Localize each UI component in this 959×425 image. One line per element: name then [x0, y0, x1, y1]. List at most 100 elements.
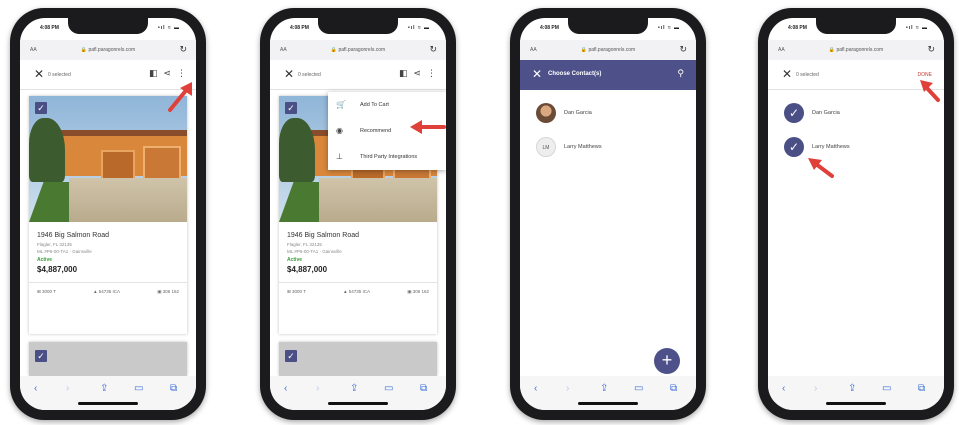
more-icon[interactable]: ⋮	[177, 68, 186, 79]
reload-icon[interactable]: ↻	[927, 44, 935, 55]
reload-icon[interactable]: ↻	[429, 44, 437, 55]
listing-card[interactable]: ✓ 1946 Big Salmon Road Flagler, FL 32135…	[29, 96, 187, 334]
browser-toolbar: ‹ › ⇪ ▭ ⧉	[520, 376, 696, 410]
forward-icon[interactable]: ›	[814, 383, 817, 394]
contact-row[interactable]: ✓ Larry Matthews	[768, 132, 944, 164]
listing-mls: ML #P6-00-TA1 · Gainsville	[37, 249, 92, 254]
add-contact-button[interactable]: +	[654, 348, 680, 374]
listing-card-next[interactable]: ✓	[279, 342, 437, 376]
reload-icon[interactable]: ↻	[179, 44, 187, 55]
menu-item-label: Third Party Integrations	[360, 154, 418, 160]
more-icon[interactable]: ⋮	[427, 68, 436, 79]
share-sheet-icon[interactable]: ⇪	[600, 383, 608, 394]
signal-icons: •ıl ≈ ▬	[905, 25, 928, 31]
listing-address: 1946 Big Salmon Road	[287, 232, 359, 239]
forward-icon[interactable]: ›	[566, 383, 569, 394]
url-text[interactable]: 🔒 pafl.paragonrels.com	[520, 47, 696, 53]
search-icon[interactable]: ⚲	[677, 68, 684, 79]
compare-icon[interactable]: ◧	[399, 68, 408, 79]
listing-checkbox[interactable]: ✓	[285, 350, 297, 362]
listing-status: Active	[287, 257, 303, 263]
share-icon[interactable]: ⋖	[163, 68, 171, 79]
tabs-icon[interactable]: ⧉	[420, 383, 427, 394]
bookmarks-icon[interactable]: ▭	[634, 383, 643, 394]
listing-checkbox[interactable]: ✓	[285, 102, 297, 114]
listing-price: $4,887,000	[287, 265, 328, 274]
header-tools: ◧ ⋖ ⋮	[149, 68, 186, 79]
back-icon[interactable]: ‹	[284, 383, 287, 394]
menu-item-third-party[interactable]: ⊥ Third Party Integrations	[328, 144, 446, 170]
url-bar[interactable]: AA 🔒 pafl.paragonrels.com ↻	[270, 40, 446, 60]
listing-checkbox[interactable]: ✓	[35, 350, 47, 362]
selected-count: 0 selected	[298, 72, 321, 78]
share-sheet-icon[interactable]: ⇪	[848, 383, 856, 394]
bookmarks-icon[interactable]: ▭	[134, 383, 143, 394]
back-icon[interactable]: ‹	[534, 383, 537, 394]
status-time: 4:08 PM	[40, 25, 59, 31]
contact-row[interactable]: LM Larry Matthews	[520, 132, 696, 164]
header-tools: ◧ ⋖ ⋮	[399, 68, 436, 79]
status-time: 4:08 PM	[290, 25, 309, 31]
close-icon[interactable]: ✕	[532, 67, 542, 81]
check-icon[interactable]: ✓	[784, 137, 804, 157]
close-icon[interactable]: ✕	[284, 67, 294, 81]
listing-stats: ⊞ 3000 T ▲ 54735 ICA ▣ 306 162	[29, 283, 187, 295]
contact-name: Dan Garcia	[564, 110, 592, 116]
share-sheet-icon[interactable]: ⇪	[100, 383, 108, 394]
screen-3: 4:08 PM •ıl ≈ ▬ AA 🔒 pafl.paragonrels.co…	[520, 18, 696, 410]
url-bar[interactable]: AA 🔒 pafl.paragonrels.com ↻	[520, 40, 696, 60]
listing-checkbox[interactable]: ✓	[35, 102, 47, 114]
cart-icon: 🛒	[336, 100, 346, 109]
menu-item-label: Add To Cart	[360, 102, 389, 108]
menu-item-add-to-cart[interactable]: 🛒 Add To Cart	[328, 92, 446, 118]
forward-icon[interactable]: ›	[316, 383, 319, 394]
url-bar[interactable]: AA 🔒 pafl.paragonrels.com ↻	[20, 40, 196, 60]
avatar	[536, 103, 556, 123]
stat-2: ▲ 54735 ICA	[343, 289, 371, 294]
url-text[interactable]: 🔒 pafl.paragonrels.com	[768, 47, 944, 53]
stat-1: ⊞ 3000 T	[37, 289, 56, 294]
status-time: 4:08 PM	[788, 25, 807, 31]
url-text[interactable]: 🔒 pafl.paragonrels.com	[270, 47, 446, 53]
arrow-annotation	[410, 120, 446, 134]
url-text[interactable]: 🔒 pafl.paragonrels.com	[20, 47, 196, 53]
listing-stats: ⊞ 3000 T ▲ 54735 ICA ▣ 306 162	[279, 283, 437, 295]
close-icon[interactable]: ✕	[34, 67, 44, 81]
contact-row[interactable]: Dan Garcia	[520, 98, 696, 130]
listing-photo[interactable]: ✓	[29, 96, 187, 222]
forward-icon[interactable]: ›	[66, 383, 69, 394]
home-indicator	[78, 402, 138, 405]
listing-info: 1946 Big Salmon Road Flagler, FL 32135 M…	[29, 222, 187, 274]
back-icon[interactable]: ‹	[34, 383, 37, 394]
contacts-header: ✕ Choose Contact(s) ⚲	[520, 60, 696, 90]
back-icon[interactable]: ‹	[782, 383, 785, 394]
listing-city: Flagler, FL 32135	[287, 242, 322, 247]
compare-icon[interactable]: ◧	[149, 68, 158, 79]
home-indicator	[826, 402, 886, 405]
bookmarks-icon[interactable]: ▭	[882, 383, 891, 394]
notch	[318, 18, 398, 34]
avatar: LM	[536, 137, 556, 157]
arrow-annotation	[920, 80, 940, 102]
tabs-icon[interactable]: ⧉	[170, 383, 177, 394]
selected-count: 0 selected	[48, 72, 71, 78]
tabs-icon[interactable]: ⧉	[918, 383, 925, 394]
contact-name: Larry Matthews	[812, 144, 850, 150]
screen-2: 4:08 PM •ıl ≈ ▬ AA 🔒 pafl.paragonrels.co…	[270, 18, 446, 410]
check-icon[interactable]: ✓	[784, 103, 804, 123]
listing-address: 1946 Big Salmon Road	[37, 232, 109, 239]
home-indicator	[578, 402, 638, 405]
arrow-annotation	[808, 158, 834, 178]
share-icon[interactable]: ⋖	[413, 68, 421, 79]
reload-icon[interactable]: ↻	[679, 44, 687, 55]
signal-icons: •ıl ≈ ▬	[657, 25, 680, 31]
url-bar[interactable]: AA 🔒 pafl.paragonrels.com ↻	[768, 40, 944, 60]
stat-3: ▣ 306 162	[407, 289, 429, 294]
stat-1: ⊞ 3000 T	[287, 289, 306, 294]
close-icon[interactable]: ✕	[782, 67, 792, 81]
share-sheet-icon[interactable]: ⇪	[350, 383, 358, 394]
bookmarks-icon[interactable]: ▭	[384, 383, 393, 394]
tabs-icon[interactable]: ⧉	[670, 383, 677, 394]
listing-status: Active	[37, 257, 53, 263]
listing-card-next[interactable]: ✓	[29, 342, 187, 376]
